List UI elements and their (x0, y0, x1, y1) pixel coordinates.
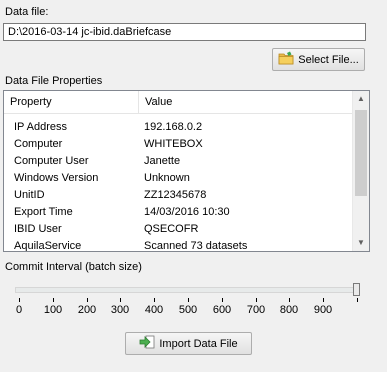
slider-tick (188, 298, 189, 302)
slider-tick (19, 298, 20, 302)
folder-icon (278, 51, 294, 68)
properties-list-header: Property Value (4, 91, 353, 114)
property-name: IP Address (14, 121, 67, 133)
slider-tick-label: 300 (110, 304, 130, 316)
property-value: 192.168.0.2 (144, 121, 203, 133)
property-name: IBID User (14, 223, 62, 235)
property-name: UnitID (14, 189, 45, 201)
property-value: Scanned 73 datasets (144, 240, 248, 252)
list-item[interactable]: Computer WHITEBOX (4, 136, 353, 153)
scroll-up-icon[interactable]: ▲ (353, 91, 369, 107)
property-value: Janette (144, 155, 181, 167)
property-name: AquilaService (14, 240, 82, 252)
slider-tick-label: 0 (15, 304, 23, 316)
import-arrow-icon (139, 335, 155, 352)
list-item[interactable]: Windows Version Unknown (4, 170, 353, 187)
property-value: 14/03/2016 10:30 (144, 206, 230, 218)
property-name: Computer User (14, 155, 89, 167)
slider-tick-label: 400 (144, 304, 164, 316)
slider-tick-label: 100 (43, 304, 63, 316)
select-file-button[interactable]: Select File... (272, 48, 365, 71)
slider-tick-label: 200 (77, 304, 97, 316)
slider-tick (120, 298, 121, 302)
list-item[interactable]: IBID User QSECOFR (4, 221, 353, 238)
slider-tick (256, 298, 257, 302)
slider-tick (289, 298, 290, 302)
slider-tick (357, 298, 358, 302)
data-file-properties-label: Data File Properties (5, 75, 103, 87)
commit-interval-slider[interactable] (15, 287, 360, 293)
column-header-property[interactable]: Property (4, 91, 139, 113)
property-name: Windows Version (14, 172, 99, 184)
slider-tick (87, 298, 88, 302)
slider-tick-label: 800 (279, 304, 299, 316)
select-file-button-label: Select File... (298, 53, 359, 66)
properties-scrollbar[interactable]: ▲ ▼ (352, 91, 369, 251)
data-file-label: Data file: (5, 6, 49, 18)
scrollbar-thumb[interactable] (355, 110, 367, 196)
slider-tick (154, 298, 155, 302)
slider-tick-label: 500 (178, 304, 198, 316)
commit-interval-slider-thumb[interactable] (353, 283, 360, 296)
property-value: WHITEBOX (144, 138, 203, 150)
column-header-value[interactable]: Value (139, 91, 353, 113)
property-name: Computer (14, 138, 63, 150)
scroll-down-icon[interactable]: ▼ (353, 235, 369, 251)
property-value: QSECOFR (144, 223, 199, 235)
list-item[interactable]: AquilaService Scanned 73 datasets (4, 238, 353, 252)
slider-tick-label: 900 (313, 304, 333, 316)
properties-list[interactable]: Property Value IP Address 192.168.0.2 Co… (3, 90, 370, 252)
property-value: Unknown (144, 172, 190, 184)
property-name: Export Time (14, 206, 73, 218)
slider-tick (53, 298, 54, 302)
slider-tick (323, 298, 324, 302)
list-item[interactable]: Computer User Janette (4, 153, 353, 170)
slider-tick-label: 700 (246, 304, 266, 316)
import-data-file-button[interactable]: Import Data File (125, 332, 252, 355)
list-item[interactable]: Export Time 14/03/2016 10:30 (4, 204, 353, 221)
data-file-path-input[interactable]: D:\2016-03-14 jc-ibid.daBriefcase (3, 23, 366, 41)
slider-tick-label: 600 (212, 304, 232, 316)
property-value: ZZ12345678 (144, 189, 207, 201)
slider-tick (222, 298, 223, 302)
commit-interval-label: Commit Interval (batch size) (5, 261, 142, 273)
import-data-file-button-label: Import Data File (159, 337, 238, 350)
list-item[interactable]: IP Address 192.168.0.2 (4, 119, 353, 136)
list-item[interactable]: UnitID ZZ12345678 (4, 187, 353, 204)
